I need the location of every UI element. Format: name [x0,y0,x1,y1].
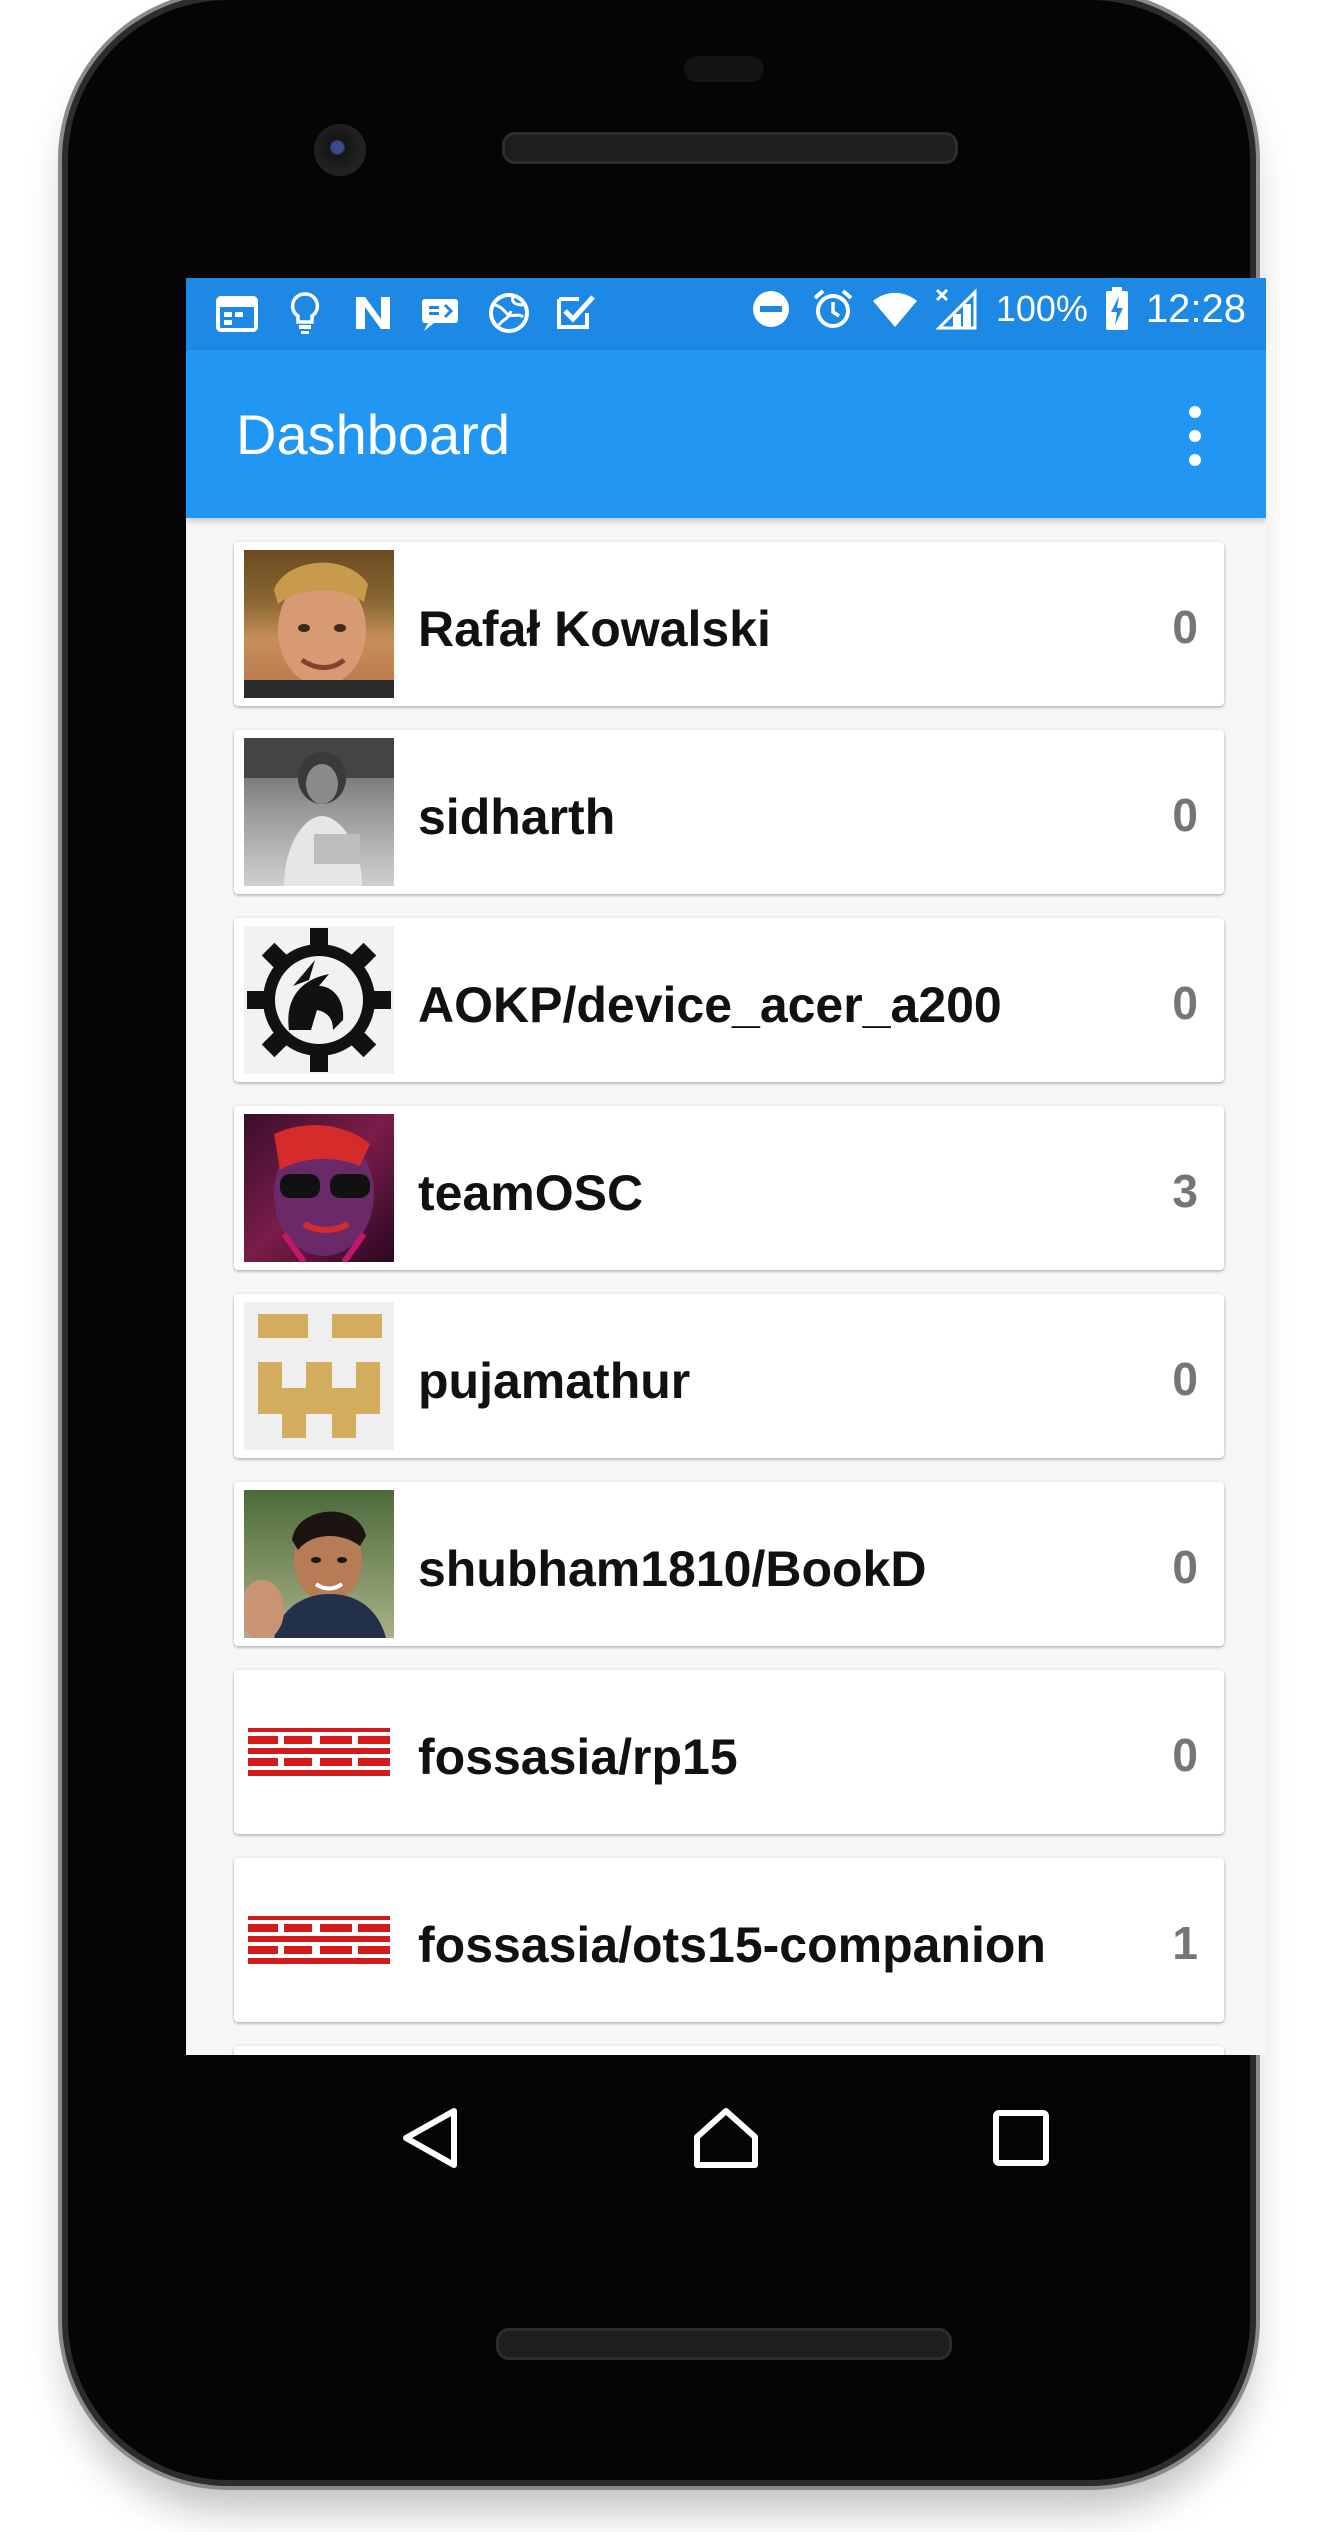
notification-count: 0 [1172,601,1198,653]
globe-icon [486,290,532,336]
list-item[interactable]: fossasia/ots15-companion 1 [234,1858,1224,2022]
notification-count: 3 [1172,1165,1198,1217]
repo-name: teamOSC [418,1165,644,1221]
overflow-menu-button[interactable] [1180,406,1210,466]
notification-count: 0 [1172,1541,1198,1593]
avatar [244,926,394,1074]
list-item[interactable]: Rafał Kowalski 0 [234,542,1224,706]
signal-icon [934,286,980,332]
avatar [244,1302,394,1450]
repo-name: pujamathur [418,1353,691,1409]
repo-name: fossasia/ots15-companion [418,1917,1046,1973]
repo-name: AOKP/device_acer_a200 [418,977,1002,1033]
back-icon[interactable] [396,2103,466,2173]
list-item[interactable]: shubham1810/BookD 0 [234,1482,1224,1646]
do-not-disturb-icon [748,286,794,332]
top-slot [684,56,764,82]
notification-icons [214,290,600,336]
avatar [244,1490,394,1638]
avatar [244,550,394,698]
n-app-icon [350,290,396,336]
repo-name: shubham1810/BookD [418,1541,927,1597]
avatar [244,1678,394,1826]
phone-frame: 100% 12:28 Dashboard Rafał Kowalski 0 si… [68,0,1266,2480]
recents-icon[interactable] [986,2103,1056,2173]
avatar [244,1866,394,2014]
notification-count: 0 [1172,789,1198,841]
status-bar: 100% 12:28 [186,278,1266,350]
app-bar: Dashboard [186,350,1266,518]
system-status: 100% 12:28 [748,286,1246,332]
calendar-icon [214,290,260,336]
list-item[interactable]: sidharth 0 [234,730,1224,894]
page-title: Dashboard [236,403,510,466]
list-item-partial[interactable] [234,2046,1224,2055]
wifi-icon [872,286,918,332]
navigation-bar [186,2055,1266,2215]
message-icon [418,290,464,336]
home-icon[interactable] [691,2103,761,2173]
repo-name: fossasia/rp15 [418,1729,738,1785]
screen: 100% 12:28 Dashboard Rafał Kowalski 0 si… [186,278,1266,2055]
list-item[interactable]: AOKP/device_acer_a200 0 [234,918,1224,1082]
notification-count: 0 [1172,1729,1198,1781]
battery-charging-icon [1104,286,1130,332]
notification-count: 0 [1172,977,1198,1029]
battery-percentage: 100% [995,288,1088,329]
list-item[interactable]: teamOSC 3 [234,1106,1224,1270]
front-camera [314,124,366,176]
list-item[interactable]: pujamathur 0 [234,1294,1224,1458]
repo-name: Rafał Kowalski [418,601,771,657]
alarm-icon [810,286,856,332]
earpiece-speaker [502,132,958,164]
checkbox-icon [554,290,600,336]
clock: 12:28 [1145,286,1246,331]
repo-name: sidharth [418,789,616,845]
avatar [244,738,394,886]
dot-icon [1189,406,1201,418]
dot-icon [1189,430,1201,442]
repository-list: Rafał Kowalski 0 sidharth 0 AOKP/device_… [234,542,1224,2055]
lightbulb-icon [282,290,328,336]
list-item[interactable]: fossasia/rp15 0 [234,1670,1224,1834]
notification-count: 1 [1172,1917,1198,1969]
notification-count: 0 [1172,1353,1198,1405]
dot-icon [1189,454,1201,466]
avatar [244,1114,394,1262]
bottom-speaker [496,2328,952,2360]
